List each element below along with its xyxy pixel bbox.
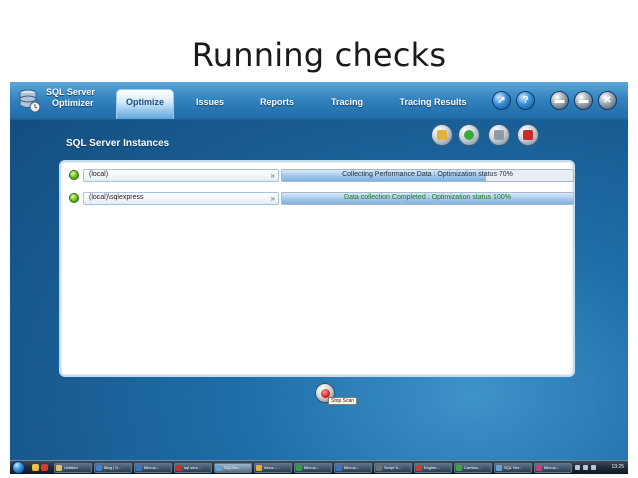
taskbar-item[interactable]: Micros... — [534, 463, 572, 473]
taskbar: Untitled Blog | S... Micros... sql serv... S… — [10, 460, 628, 474]
status-ok-icon — [69, 170, 79, 180]
taskbar-item-label: Engine... — [424, 465, 440, 470]
section-title: SQL Server Instances — [66, 138, 170, 149]
tab-reports[interactable]: Reports — [252, 90, 302, 120]
taskbar-item[interactable]: Untitled — [54, 463, 92, 473]
taskbar-item[interactable]: SQLSer... — [214, 463, 252, 473]
taskbar-item-label: SQLSer... — [224, 465, 242, 470]
app-name: SQL Server Optimizer — [46, 87, 95, 109]
taskbar-item-label: SQL Ser... — [504, 465, 523, 470]
tab-tracing-results[interactable]: Tracing Results — [390, 90, 476, 120]
app-name-line2: Optimizer — [52, 98, 94, 108]
help-icon: ? — [522, 95, 529, 106]
app-name-line1: SQL Server — [46, 87, 95, 97]
minimize-icon: ▬ — [554, 95, 565, 106]
instance-selector[interactable]: (local) » — [83, 169, 279, 182]
taskbar-app-icon — [216, 465, 222, 471]
tab-issues[interactable]: Issues — [188, 90, 232, 120]
show-desktop-icon[interactable] — [32, 464, 39, 471]
taskbar-item[interactable]: SQL Ser... — [494, 463, 532, 473]
tray-clock: 13:25 — [611, 464, 624, 470]
database-logo-icon — [19, 89, 41, 113]
maximize-icon: ▬ — [578, 95, 589, 106]
instance-selector[interactable]: (local)\sqlexpress » — [83, 192, 279, 205]
taskbar-app-icon — [56, 465, 62, 471]
taskbar-item-label: Micros... — [344, 465, 360, 470]
quick-launch-icon[interactable] — [41, 464, 48, 471]
taskbar-app-icon — [296, 465, 302, 471]
instance-name: (local)\sqlexpress — [89, 194, 144, 201]
taskbar-item-label: Micros... — [544, 465, 560, 470]
instance-row[interactable]: (local) » Collecting Performance Data : … — [69, 169, 574, 182]
instances-panel: (local) » Collecting Performance Data : … — [59, 160, 575, 377]
tab-optimize[interactable]: Optimize — [116, 89, 174, 119]
taskbar-item[interactable]: Blog | S... — [94, 463, 132, 473]
download-button[interactable] — [458, 124, 480, 146]
status-progress-bar: Collecting Performance Data : Optimizati… — [281, 169, 574, 182]
download-icon — [464, 130, 474, 140]
help-button[interactable]: ? — [516, 91, 535, 110]
taskbar-app-icon — [256, 465, 262, 471]
slide-title: Running checks — [191, 36, 447, 74]
taskbar-item[interactable]: Micros... — [134, 463, 172, 473]
taskbar-item[interactable]: Script S... — [374, 463, 412, 473]
taskbar-app-icon — [176, 465, 182, 471]
instance-row[interactable]: (local)\sqlexpress » Data collection Com… — [69, 192, 574, 205]
chevron-down-icon[interactable]: » — [271, 170, 275, 181]
open-folder-icon — [437, 130, 447, 140]
status-text: Collecting Performance Data : Optimizati… — [342, 171, 513, 178]
server-icon — [494, 130, 504, 140]
tray-arrow-icon[interactable] — [575, 465, 580, 470]
taskbar-app-icon — [536, 465, 542, 471]
taskbar-item-label: Camtas... — [464, 465, 482, 470]
taskbar-item-label: sql serv... — [184, 465, 201, 470]
stop-scan-tooltip: Stop Scan — [328, 397, 358, 405]
taskbar-app-icon — [456, 465, 462, 471]
network-icon[interactable] — [583, 465, 588, 470]
server-button[interactable] — [488, 124, 510, 146]
taskbar-item[interactable]: Camtas... — [454, 463, 492, 473]
taskbar-item-label: Script S... — [384, 465, 402, 470]
remove-server-button[interactable] — [517, 124, 539, 146]
back-icon: ↗ — [497, 95, 506, 106]
chevron-down-icon[interactable]: » — [271, 193, 275, 204]
status-text: Data collection Completed : Optimization… — [344, 194, 511, 201]
taskbar-item-label: Micros... — [144, 465, 160, 470]
taskbar-item-label: Inbox -... — [264, 465, 280, 470]
back-button[interactable]: ↗ — [492, 91, 511, 110]
open-button[interactable] — [431, 124, 453, 146]
taskbar-item-label: Untitled — [64, 465, 78, 470]
taskbar-item[interactable]: Engine... — [414, 463, 452, 473]
taskbar-item[interactable]: Inbox -... — [254, 463, 292, 473]
close-icon: ✕ — [603, 95, 612, 106]
taskbar-app-icon — [416, 465, 422, 471]
taskbar-item-label: Micros... — [304, 465, 320, 470]
taskbar-app-icon — [376, 465, 382, 471]
maximize-button[interactable]: ▬ — [574, 91, 593, 110]
minimize-button[interactable]: ▬ — [550, 91, 569, 110]
instance-name: (local) — [89, 171, 109, 178]
taskbar-item-label: Blog | S... — [104, 465, 122, 470]
app-screen: SQL Server Optimizer Optimize Issues Rep… — [10, 82, 628, 474]
close-button[interactable]: ✕ — [598, 91, 617, 110]
tab-tracing[interactable]: Tracing — [322, 90, 372, 120]
taskbar-item[interactable]: Micros... — [334, 463, 372, 473]
taskbar-app-icon — [136, 465, 142, 471]
volume-icon[interactable] — [591, 465, 596, 470]
status-progress-bar: Data collection Completed : Optimization… — [281, 192, 574, 205]
start-button[interactable] — [12, 461, 25, 474]
taskbar-app-icon — [336, 465, 342, 471]
remove-server-icon — [523, 130, 533, 140]
app-header: SQL Server Optimizer Optimize Issues Rep… — [10, 82, 628, 120]
taskbar-item[interactable]: Micros... — [294, 463, 332, 473]
status-ok-icon — [69, 193, 79, 203]
taskbar-app-icon — [96, 465, 102, 471]
taskbar-item[interactable]: sql serv... — [174, 463, 212, 473]
taskbar-app-icon — [496, 465, 502, 471]
